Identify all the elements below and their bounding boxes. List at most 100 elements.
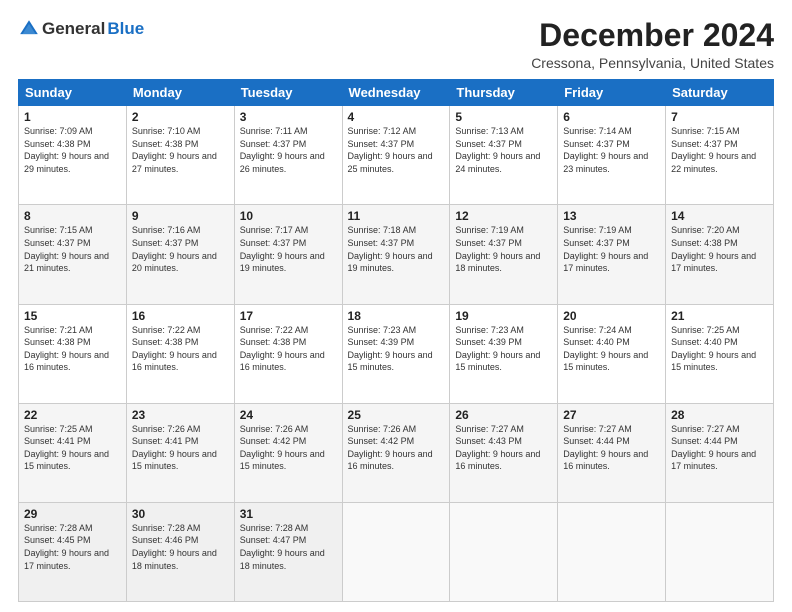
logo-blue: Blue <box>107 19 144 39</box>
cell-content: Sunrise: 7:25 AMSunset: 4:41 PMDaylight:… <box>24 423 121 473</box>
logo-general: General <box>42 19 105 39</box>
cell-content: Sunrise: 7:28 AMSunset: 4:45 PMDaylight:… <box>24 522 121 572</box>
calendar-cell: 1Sunrise: 7:09 AMSunset: 4:38 PMDaylight… <box>19 106 127 205</box>
calendar-cell: 16Sunrise: 7:22 AMSunset: 4:38 PMDayligh… <box>126 304 234 403</box>
day-number: 30 <box>132 507 229 521</box>
logo-icon <box>18 18 40 40</box>
cell-content: Sunrise: 7:26 AMSunset: 4:42 PMDaylight:… <box>240 423 337 473</box>
cell-content: Sunrise: 7:14 AMSunset: 4:37 PMDaylight:… <box>563 125 660 175</box>
day-number: 16 <box>132 309 229 323</box>
cell-content: Sunrise: 7:21 AMSunset: 4:38 PMDaylight:… <box>24 324 121 374</box>
day-number: 31 <box>240 507 337 521</box>
day-number: 24 <box>240 408 337 422</box>
cell-content: Sunrise: 7:17 AMSunset: 4:37 PMDaylight:… <box>240 224 337 274</box>
calendar-week-2: 8Sunrise: 7:15 AMSunset: 4:37 PMDaylight… <box>19 205 774 304</box>
calendar-cell: 26Sunrise: 7:27 AMSunset: 4:43 PMDayligh… <box>450 403 558 502</box>
calendar-cell: 21Sunrise: 7:25 AMSunset: 4:40 PMDayligh… <box>666 304 774 403</box>
calendar-cell: 22Sunrise: 7:25 AMSunset: 4:41 PMDayligh… <box>19 403 127 502</box>
cell-content: Sunrise: 7:26 AMSunset: 4:42 PMDaylight:… <box>348 423 445 473</box>
cell-content: Sunrise: 7:15 AMSunset: 4:37 PMDaylight:… <box>24 224 121 274</box>
day-number: 15 <box>24 309 121 323</box>
calendar-cell: 25Sunrise: 7:26 AMSunset: 4:42 PMDayligh… <box>342 403 450 502</box>
calendar-cell: 30Sunrise: 7:28 AMSunset: 4:46 PMDayligh… <box>126 502 234 601</box>
cell-content: Sunrise: 7:28 AMSunset: 4:46 PMDaylight:… <box>132 522 229 572</box>
day-number: 22 <box>24 408 121 422</box>
day-number: 29 <box>24 507 121 521</box>
cell-content: Sunrise: 7:24 AMSunset: 4:40 PMDaylight:… <box>563 324 660 374</box>
day-number: 1 <box>24 110 121 124</box>
calendar-cell <box>558 502 666 601</box>
cell-content: Sunrise: 7:28 AMSunset: 4:47 PMDaylight:… <box>240 522 337 572</box>
page: General Blue December 2024 Cressona, Pen… <box>0 0 792 612</box>
day-number: 11 <box>348 209 445 223</box>
day-number: 8 <box>24 209 121 223</box>
calendar-cell: 17Sunrise: 7:22 AMSunset: 4:38 PMDayligh… <box>234 304 342 403</box>
cell-content: Sunrise: 7:13 AMSunset: 4:37 PMDaylight:… <box>455 125 552 175</box>
cell-content: Sunrise: 7:11 AMSunset: 4:37 PMDaylight:… <box>240 125 337 175</box>
day-number: 20 <box>563 309 660 323</box>
cell-content: Sunrise: 7:26 AMSunset: 4:41 PMDaylight:… <box>132 423 229 473</box>
day-header-tuesday: Tuesday <box>234 80 342 106</box>
calendar-cell: 5Sunrise: 7:13 AMSunset: 4:37 PMDaylight… <box>450 106 558 205</box>
cell-content: Sunrise: 7:23 AMSunset: 4:39 PMDaylight:… <box>455 324 552 374</box>
day-number: 26 <box>455 408 552 422</box>
calendar-cell <box>450 502 558 601</box>
day-number: 6 <box>563 110 660 124</box>
cell-content: Sunrise: 7:09 AMSunset: 4:38 PMDaylight:… <box>24 125 121 175</box>
logo: General Blue <box>18 18 144 40</box>
cell-content: Sunrise: 7:15 AMSunset: 4:37 PMDaylight:… <box>671 125 768 175</box>
calendar-week-5: 29Sunrise: 7:28 AMSunset: 4:45 PMDayligh… <box>19 502 774 601</box>
location-title: Cressona, Pennsylvania, United States <box>531 55 774 71</box>
calendar-cell: 10Sunrise: 7:17 AMSunset: 4:37 PMDayligh… <box>234 205 342 304</box>
calendar-cell: 14Sunrise: 7:20 AMSunset: 4:38 PMDayligh… <box>666 205 774 304</box>
day-number: 17 <box>240 309 337 323</box>
day-number: 4 <box>348 110 445 124</box>
cell-content: Sunrise: 7:12 AMSunset: 4:37 PMDaylight:… <box>348 125 445 175</box>
cell-content: Sunrise: 7:22 AMSunset: 4:38 PMDaylight:… <box>240 324 337 374</box>
day-number: 2 <box>132 110 229 124</box>
day-number: 21 <box>671 309 768 323</box>
cell-content: Sunrise: 7:18 AMSunset: 4:37 PMDaylight:… <box>348 224 445 274</box>
day-number: 5 <box>455 110 552 124</box>
calendar-table: SundayMondayTuesdayWednesdayThursdayFrid… <box>18 79 774 602</box>
day-number: 23 <box>132 408 229 422</box>
logo-area: General Blue <box>18 18 144 40</box>
header: General Blue December 2024 Cressona, Pen… <box>18 18 774 71</box>
calendar-cell: 18Sunrise: 7:23 AMSunset: 4:39 PMDayligh… <box>342 304 450 403</box>
calendar-cell: 31Sunrise: 7:28 AMSunset: 4:47 PMDayligh… <box>234 502 342 601</box>
cell-content: Sunrise: 7:27 AMSunset: 4:44 PMDaylight:… <box>563 423 660 473</box>
calendar-cell: 9Sunrise: 7:16 AMSunset: 4:37 PMDaylight… <box>126 205 234 304</box>
cell-content: Sunrise: 7:23 AMSunset: 4:39 PMDaylight:… <box>348 324 445 374</box>
day-number: 28 <box>671 408 768 422</box>
calendar-cell: 2Sunrise: 7:10 AMSunset: 4:38 PMDaylight… <box>126 106 234 205</box>
day-number: 9 <box>132 209 229 223</box>
day-number: 10 <box>240 209 337 223</box>
cell-content: Sunrise: 7:27 AMSunset: 4:43 PMDaylight:… <box>455 423 552 473</box>
cell-content: Sunrise: 7:22 AMSunset: 4:38 PMDaylight:… <box>132 324 229 374</box>
day-number: 14 <box>671 209 768 223</box>
day-header-wednesday: Wednesday <box>342 80 450 106</box>
calendar-cell: 7Sunrise: 7:15 AMSunset: 4:37 PMDaylight… <box>666 106 774 205</box>
day-header-sunday: Sunday <box>19 80 127 106</box>
title-area: December 2024 Cressona, Pennsylvania, Un… <box>531 18 774 71</box>
calendar-cell: 13Sunrise: 7:19 AMSunset: 4:37 PMDayligh… <box>558 205 666 304</box>
day-number: 3 <box>240 110 337 124</box>
calendar-cell: 28Sunrise: 7:27 AMSunset: 4:44 PMDayligh… <box>666 403 774 502</box>
calendar-cell: 24Sunrise: 7:26 AMSunset: 4:42 PMDayligh… <box>234 403 342 502</box>
day-number: 13 <box>563 209 660 223</box>
calendar-cell: 29Sunrise: 7:28 AMSunset: 4:45 PMDayligh… <box>19 502 127 601</box>
calendar-cell: 20Sunrise: 7:24 AMSunset: 4:40 PMDayligh… <box>558 304 666 403</box>
calendar-cell <box>342 502 450 601</box>
calendar-cell: 11Sunrise: 7:18 AMSunset: 4:37 PMDayligh… <box>342 205 450 304</box>
calendar-cell: 19Sunrise: 7:23 AMSunset: 4:39 PMDayligh… <box>450 304 558 403</box>
calendar-cell: 8Sunrise: 7:15 AMSunset: 4:37 PMDaylight… <box>19 205 127 304</box>
calendar-cell: 12Sunrise: 7:19 AMSunset: 4:37 PMDayligh… <box>450 205 558 304</box>
calendar-cell: 23Sunrise: 7:26 AMSunset: 4:41 PMDayligh… <box>126 403 234 502</box>
cell-content: Sunrise: 7:10 AMSunset: 4:38 PMDaylight:… <box>132 125 229 175</box>
calendar-week-3: 15Sunrise: 7:21 AMSunset: 4:38 PMDayligh… <box>19 304 774 403</box>
month-title: December 2024 <box>531 18 774 53</box>
day-header-friday: Friday <box>558 80 666 106</box>
calendar-cell: 4Sunrise: 7:12 AMSunset: 4:37 PMDaylight… <box>342 106 450 205</box>
day-number: 27 <box>563 408 660 422</box>
calendar-week-1: 1Sunrise: 7:09 AMSunset: 4:38 PMDaylight… <box>19 106 774 205</box>
